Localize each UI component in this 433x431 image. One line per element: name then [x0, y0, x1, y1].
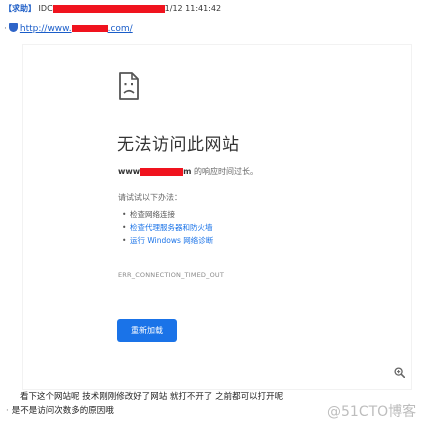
- host-prefix: www: [118, 167, 141, 176]
- magnifier-zoom-icon[interactable]: [394, 367, 405, 378]
- question-line-2-text: 是不是访问次数多的原因哦: [11, 406, 114, 416]
- error-description: www m 的响应时间过长。: [118, 166, 258, 177]
- post-header: 【求助】 IDC 1/12 11:41:42: [4, 3, 221, 15]
- suggestion-check-proxy[interactable]: 检查代理服务器和防火墙: [122, 221, 213, 234]
- link-suffix: .com/: [107, 24, 133, 34]
- redaction-bar: [140, 167, 184, 176]
- post-link-row: · http://www. .com/: [4, 22, 133, 36]
- suggestion-check-network: 检查网络连接: [122, 208, 213, 221]
- suggestion-run-diagnostics[interactable]: 运行 Windows 网络诊断: [122, 234, 213, 247]
- error-screenshot-panel: [22, 44, 412, 390]
- reload-button[interactable]: 重新加载: [117, 319, 177, 342]
- post-date: 1/12 11:41:42: [164, 4, 222, 13]
- sad-document-icon: [119, 72, 139, 100]
- question-line-1: 看下这个网站呢 技术刚刚修改好了网站 就打不开了 之前都可以打开呢: [20, 392, 284, 402]
- suggestions-label: 请试试以下办法：: [118, 193, 182, 202]
- question-line-2: · 是不是访问次数多的原因哦: [6, 404, 114, 416]
- post-prefix: IDC: [38, 4, 53, 13]
- link-prefix: http://www.: [19, 24, 72, 34]
- redaction-bar: [52, 4, 165, 13]
- bullet: ·: [4, 24, 7, 34]
- shield-icon: [8, 23, 18, 32]
- redaction-bar: [71, 25, 108, 32]
- suggestions-list: 检查网络连接 检查代理服务器和防火墙 运行 Windows 网络诊断: [122, 208, 213, 247]
- post-tag: 【求助】: [4, 4, 36, 13]
- bullet: ·: [6, 406, 9, 416]
- description-text: 的响应时间过长。: [191, 167, 259, 176]
- error-title: 无法访问此网站: [117, 135, 240, 155]
- site-link[interactable]: http://www. .com/: [20, 24, 133, 34]
- watermark: @51CTO博客: [327, 404, 417, 420]
- host-suffix: m: [183, 167, 192, 176]
- error-code: ERR_CONNECTION_TIMED_OUT: [118, 271, 225, 279]
